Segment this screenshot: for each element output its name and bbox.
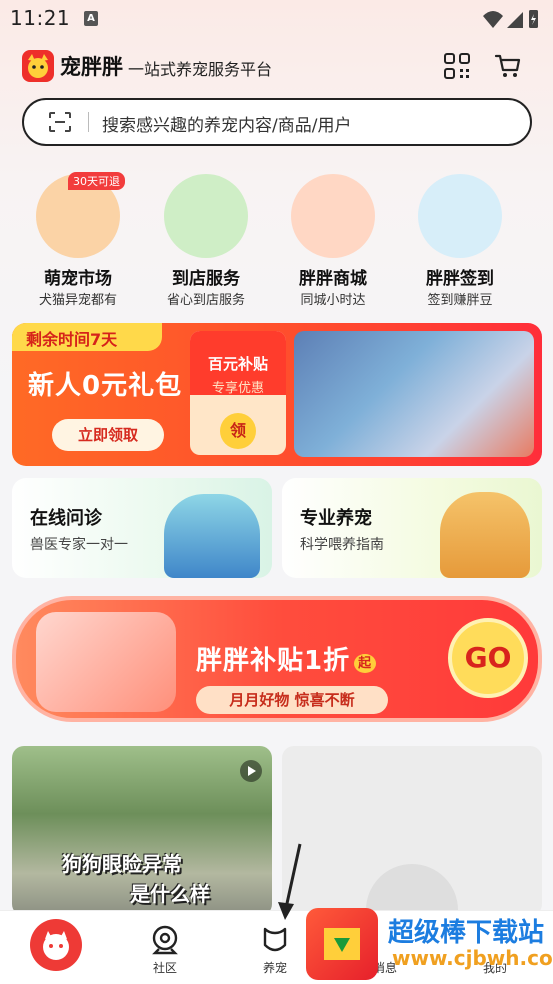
community-icon [152,925,178,955]
pet-care-card[interactable]: 专业养宠 科学喂养指南 [282,478,542,578]
mall-image [291,174,375,258]
promo-title: 新人0元礼包 [28,371,183,401]
time-remaining-tag: 剩余时间7天 [12,323,162,351]
feed-title-line1: 狗狗眼睑异常 [62,852,182,876]
home-icon[interactable] [30,919,82,971]
category-check-in[interactable]: 胖胖签到 签到赚胖豆 [400,172,520,312]
search-bar[interactable]: 搜索感兴趣的养宠内容/商品/用户 [22,98,532,146]
tab-label: 社区 [152,961,177,975]
scan-icon[interactable] [48,111,72,133]
check-in-image [418,174,502,258]
notification-icon: A [84,11,98,26]
subsidy-banner[interactable]: 胖胖补贴1折起 月月好物 惊喜不断 GO [12,596,542,722]
download-logo-icon [324,928,360,960]
category-row: 30天可退 萌宠市场 犬猫异宠都有 到店服务 省心到店服务 胖胖商城 同城小时达… [18,172,538,312]
online-consult-card[interactable]: 在线问诊 兽医专家一对一 [12,478,272,578]
return-badge: 30天可退 [68,172,125,190]
claim-now-button[interactable]: 立即领取 [52,419,164,451]
watermark-logo [306,908,378,980]
brand-slogan: 一站式养宠服务平台 [128,60,273,79]
cart-icon[interactable] [494,52,522,80]
category-title: 萌宠市场 [44,269,112,289]
status-time: 11:21 [10,6,71,30]
newcomer-promo-banner[interactable]: 剩余时间7天 新人0元礼包 立即领取 百元补贴 专享优惠 领 [12,323,542,466]
app-header: 宠胖胖 一站式养宠服务平台 [0,46,553,90]
brand-name: 宠胖胖 [60,55,123,79]
search-divider [88,112,89,132]
watermark-url: www.cjbwh.com [392,946,553,970]
category-subtitle: 签到赚胖豆 [427,293,493,308]
category-mall[interactable]: 胖胖商城 同城小时达 [273,172,393,312]
feed-title-line2: 是什么样 [130,882,210,906]
coupon-subtitle: 专享优惠 [211,381,264,396]
app-logo [22,50,54,82]
store-service-image [164,174,248,258]
category-store-service[interactable]: 到店服务 省心到店服务 [146,172,266,312]
banner-subtitle: 月月好物 惊喜不断 [196,686,388,714]
vet-doctor-image [164,494,260,578]
coupon-claim-button[interactable]: 领 [220,413,256,449]
category-subtitle: 同城小时达 [300,293,366,308]
banner-title-main: 胖胖补贴1折 [196,646,351,676]
category-title: 胖胖签到 [426,269,494,289]
pet-goods-image [294,331,534,457]
category-title: 到店服务 [172,269,240,289]
dog-logo-icon [28,54,48,78]
pet-icon [263,927,287,952]
go-button[interactable]: GO [448,618,528,698]
banner-title: 胖胖补贴1折起 [196,640,377,677]
category-pet-market[interactable]: 30天可退 萌宠市场 犬猫异宠都有 [18,172,138,312]
play-icon [240,760,262,782]
dog-cat-image [440,492,530,578]
card-title: 专业养宠 [300,508,372,529]
feed-video-card[interactable]: 狗狗眼睑异常 是什么样 [12,746,272,916]
site-watermark: 超级棒下载站 www.cjbwh.com [306,906,553,984]
signal-wifi-battery-icon [483,10,538,28]
category-subtitle: 省心到店服务 [166,293,245,308]
card-subtitle: 兽医专家一对一 [30,537,128,553]
search-input[interactable]: 搜索感兴趣的养宠内容/商品/用户 [102,111,351,136]
category-subtitle: 犬猫异宠都有 [38,293,117,308]
subsidy-coupon[interactable]: 百元补贴 专享优惠 领 [190,331,286,455]
banner-title-tag: 起 [354,654,377,673]
status-bar: 11:21 A [0,0,553,38]
coupon-title: 百元补贴 [207,355,268,373]
feed-placeholder-card[interactable] [282,746,542,956]
card-subtitle: 科学喂养指南 [300,537,384,553]
category-title: 胖胖商城 [299,269,367,289]
watermark-text: 超级棒下载站 [388,918,545,948]
time-remaining-text: 剩余时间7天 [26,330,118,349]
tab-community[interactable]: 社区 [110,911,220,984]
cat-food-image [36,612,176,712]
qr-code-icon[interactable] [444,53,470,79]
tab-home[interactable] [0,911,110,984]
card-title: 在线问诊 [30,508,102,529]
